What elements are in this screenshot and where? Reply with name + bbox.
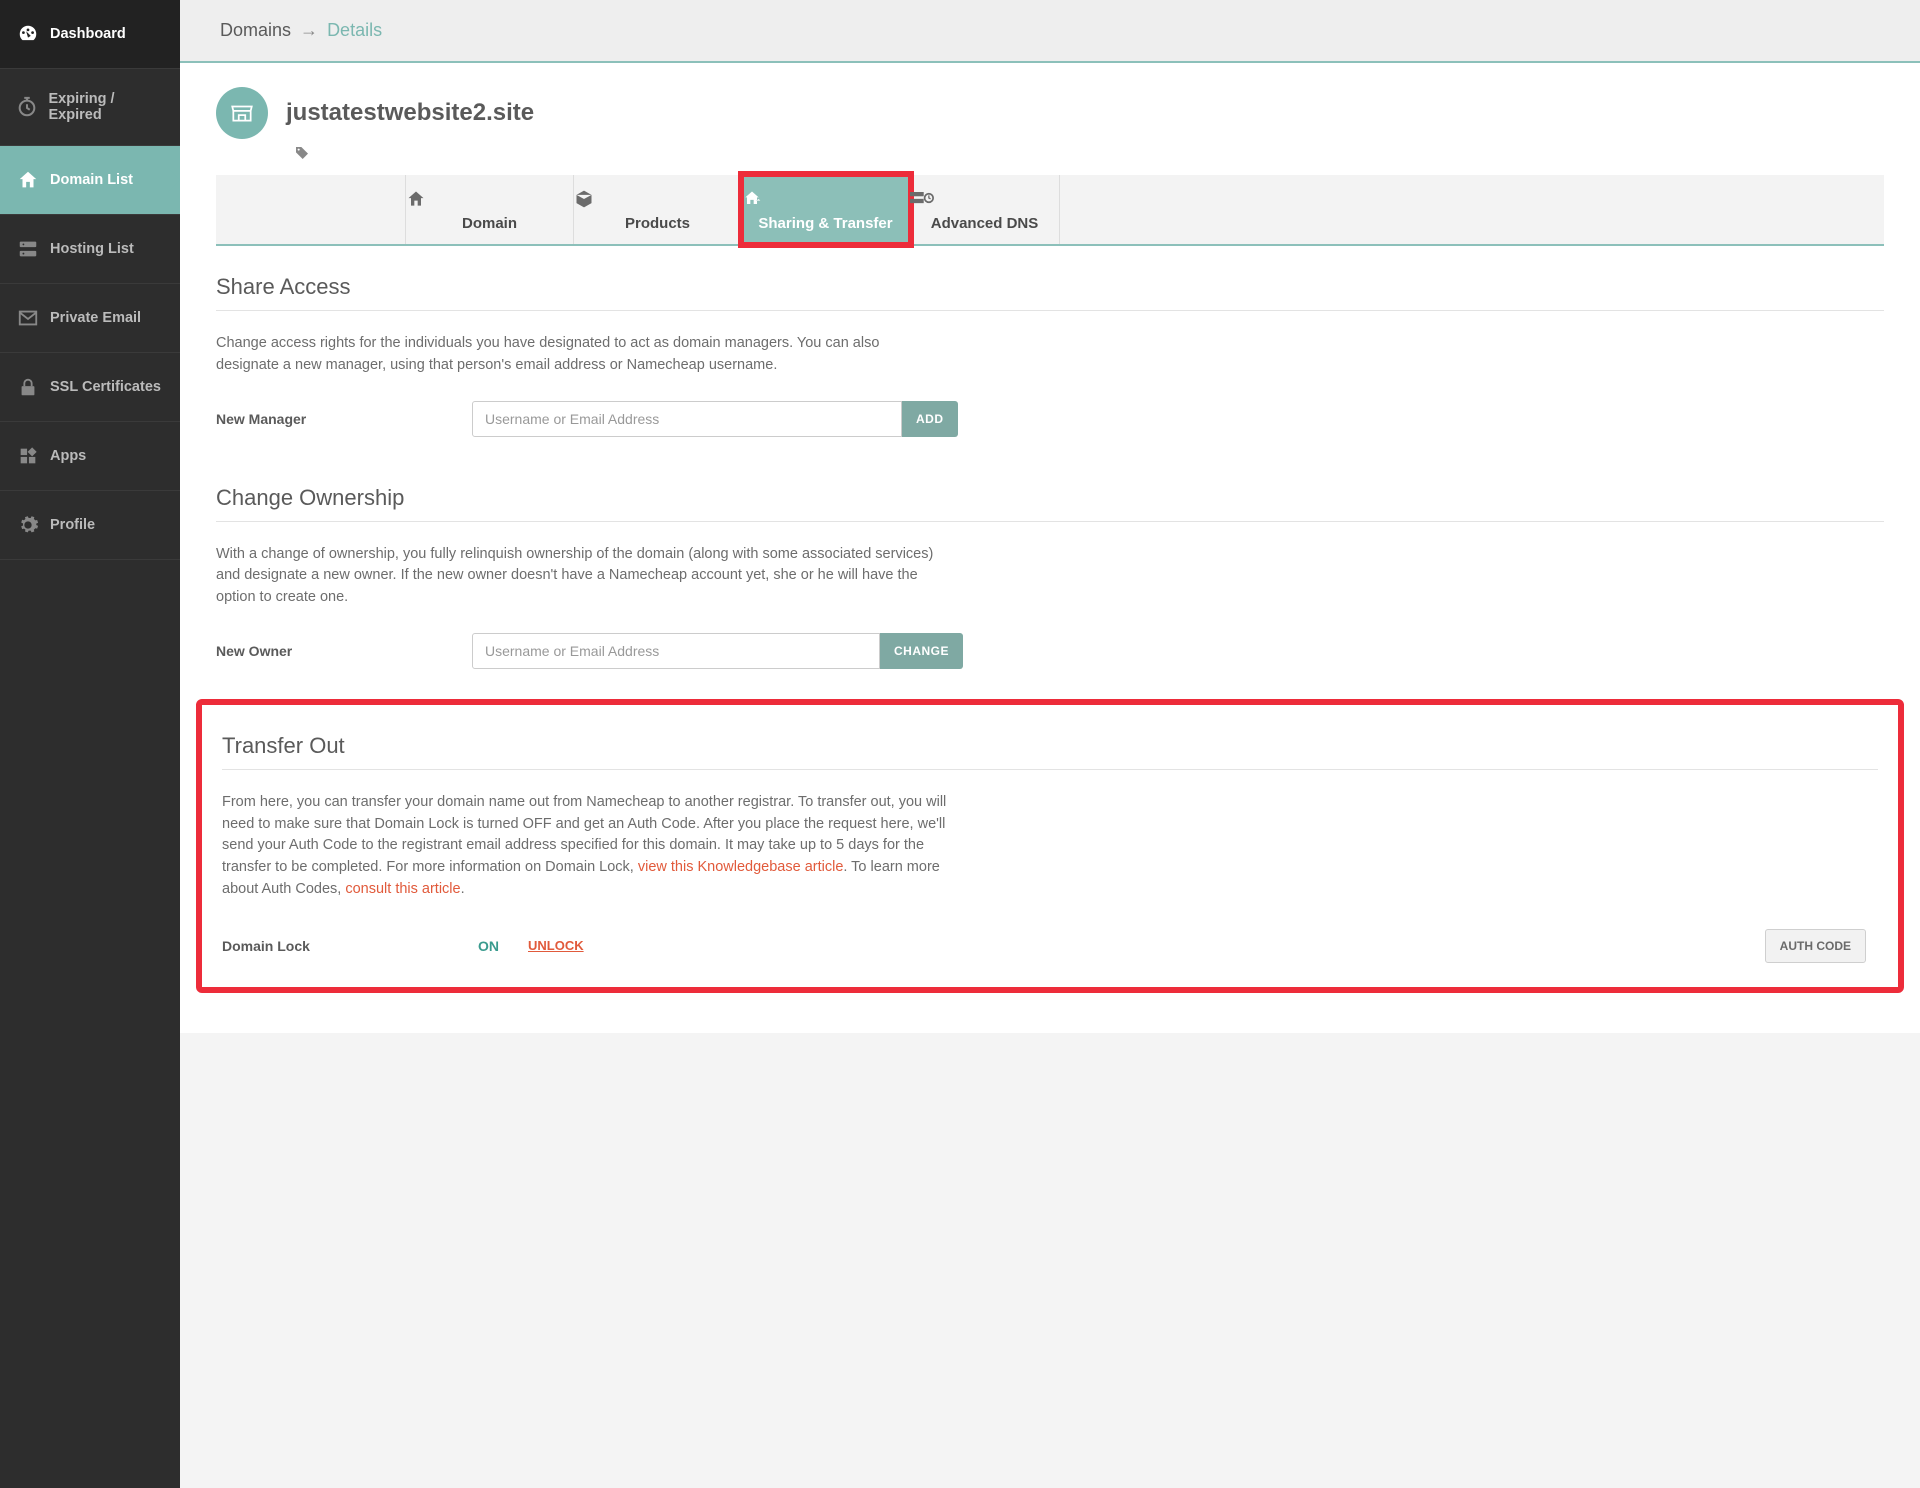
new-manager-row: New Manager ADD [216,377,1884,437]
storefront-icon [216,87,268,139]
sidebar-item-label: Apps [50,448,86,464]
breadcrumb-current: Details [327,20,382,40]
main-content: Domains → Details justatestwebsite2.site [180,0,1920,1488]
sidebar-item-hosting-list[interactable]: Hosting List [0,215,180,284]
gauge-icon [16,22,40,46]
unlock-link[interactable]: UNLOCK [528,938,584,953]
sidebar: Dashboard Expiring / Expired Domain List… [0,0,180,1488]
change-button[interactable]: CHANGE [880,633,963,669]
transfer-out-title: Transfer Out [222,705,1878,770]
tag-icon[interactable] [294,145,1884,161]
new-manager-input[interactable] [472,401,902,437]
lock-icon [16,375,40,399]
sidebar-item-label: Private Email [50,310,141,326]
mail-icon [16,306,40,330]
sidebar-item-label: Dashboard [50,26,126,42]
breadcrumb-arrow: → [300,20,318,40]
new-owner-input[interactable] [472,633,880,669]
new-owner-row: New Owner CHANGE [216,609,1884,669]
tab-label: Products [625,215,690,232]
change-ownership-desc: With a change of ownership, you fully re… [216,522,946,609]
breadcrumb: Domains → Details [180,0,1920,63]
domain-header: justatestwebsite2.site [216,87,1884,139]
tab-products[interactable]: Products [574,175,742,244]
change-ownership-title: Change Ownership [216,457,1884,522]
sidebar-item-private-email[interactable]: Private Email [0,284,180,353]
new-owner-label: New Owner [216,643,472,659]
tab-advanced-dns[interactable]: Advanced DNS [910,175,1060,244]
sidebar-item-ssl[interactable]: SSL Certificates [0,353,180,422]
sidebar-item-label: Profile [50,517,95,533]
auth-codes-article-link[interactable]: consult this article [345,881,460,897]
tab-spacer [216,175,406,244]
tab-label: Domain [462,215,517,232]
auth-code-button[interactable]: AUTH CODE [1765,929,1866,963]
domain-lock-label: Domain Lock [222,938,478,954]
sidebar-item-apps[interactable]: Apps [0,422,180,491]
sidebar-item-label: Hosting List [50,241,134,257]
dns-icon [910,189,1059,209]
breadcrumb-root[interactable]: Domains [220,20,291,40]
sidebar-item-label: SSL Certificates [50,379,161,395]
home-icon [16,168,40,192]
home-icon [406,189,573,209]
transfer-out-block: Transfer Out From here, you can transfer… [196,699,1904,993]
gear-icon [16,513,40,537]
sidebar-item-domain-list[interactable]: Domain List [0,146,180,215]
add-button[interactable]: ADD [902,401,958,437]
domain-name: justatestwebsite2.site [286,99,534,127]
domain-lock-status: ON [478,938,524,954]
share-access-desc: Change access rights for the individuals… [216,311,946,377]
tab-domain[interactable]: Domain [406,175,574,244]
sidebar-item-label: Expiring / Expired [48,91,164,123]
tab-label: Sharing & Transfer [758,215,892,232]
grid-icon [16,444,40,468]
sidebar-item-profile[interactable]: Profile [0,491,180,560]
home-arrow-icon [742,189,909,209]
sidebar-item-label: Domain List [50,172,133,188]
box-icon [574,189,741,209]
server-icon [16,237,40,261]
new-manager-label: New Manager [216,411,472,427]
domain-lock-row: Domain Lock ON UNLOCK AUTH CODE [222,901,1878,963]
kb-article-link[interactable]: view this Knowledgebase article [638,859,844,875]
sidebar-item-expiring[interactable]: Expiring / Expired [0,69,180,146]
tab-label: Advanced DNS [931,215,1039,232]
transfer-out-desc: From here, you can transfer your domain … [222,770,952,901]
clock-icon [16,95,38,119]
sidebar-item-dashboard[interactable]: Dashboard [0,0,180,69]
tab-sharing-transfer[interactable]: Sharing & Transfer [742,175,910,244]
share-access-title: Share Access [216,246,1884,311]
tabs: Domain Products Sharing & Transfer [216,175,1884,246]
